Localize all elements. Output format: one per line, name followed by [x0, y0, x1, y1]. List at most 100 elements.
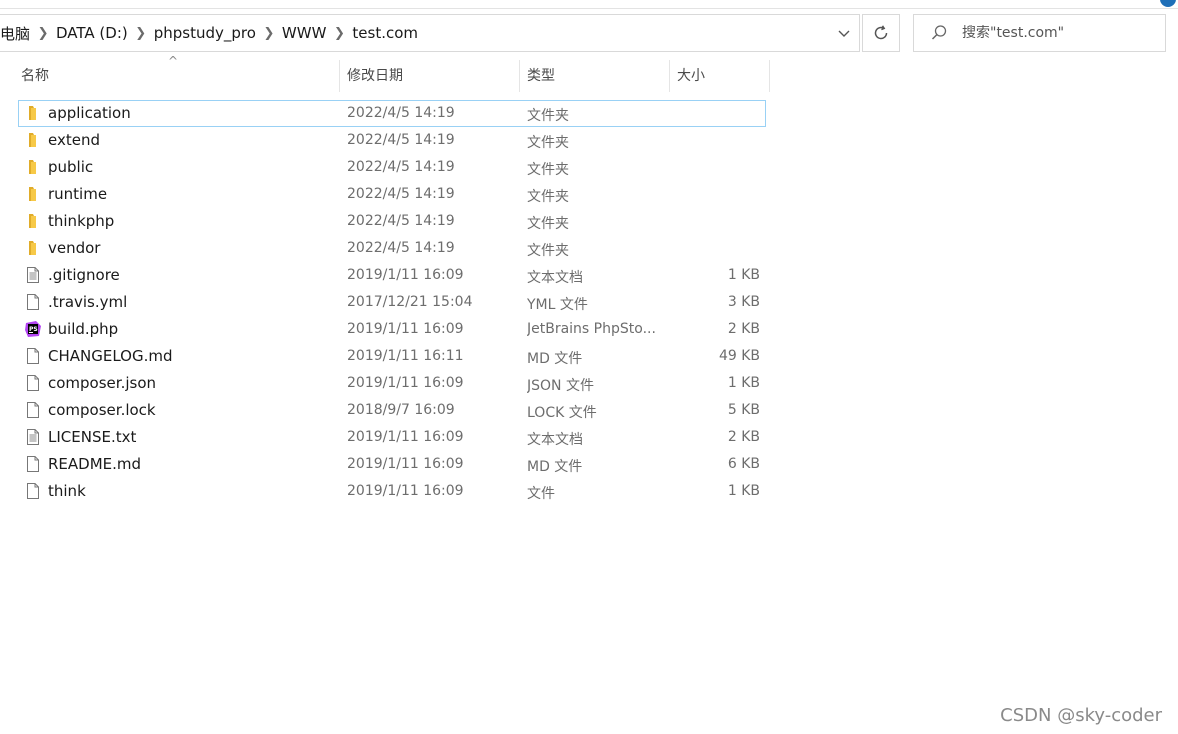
file-name: think: [48, 482, 86, 500]
file-date-modified: 2019/1/11 16:11: [347, 348, 464, 364]
blank-file-icon: [24, 401, 42, 419]
breadcrumb-current-folder[interactable]: test.com: [346, 24, 424, 42]
file-type: YML 文件: [527, 297, 588, 313]
file-date-modified: 2019/1/11 16:09: [347, 429, 464, 445]
blank-file-icon: [24, 374, 42, 392]
file-type: 文件夹: [527, 189, 569, 205]
file-type: LOCK 文件: [527, 405, 597, 421]
breadcrumb-separator-icon[interactable]: ❯: [36, 26, 50, 41]
file-date-modified: 2019/1/11 16:09: [347, 321, 464, 337]
blank-file-icon: [24, 482, 42, 500]
file-row-composer-lock[interactable]: composer.lock 2018/9/7 16:09 LOCK 文件 5 K…: [18, 397, 766, 424]
file-date-modified: 2022/4/5 14:19: [347, 105, 455, 121]
file-type: 文件夹: [527, 216, 569, 232]
file-date-modified: 2019/1/11 16:09: [347, 267, 464, 283]
breadcrumb-separator-icon[interactable]: ❯: [332, 26, 346, 41]
file-row-build-php[interactable]: PS build.php 2019/1/11 16:09 JetBrains P…: [18, 316, 766, 343]
help-icon[interactable]: [1160, 0, 1176, 7]
file-row-public[interactable]: public 2022/4/5 14:19 文件夹: [18, 154, 766, 181]
file-row-thinkphp[interactable]: thinkphp 2022/4/5 14:19 文件夹: [18, 208, 766, 235]
file-name: .gitignore: [48, 266, 120, 284]
file-type: 文件夹: [527, 135, 569, 151]
file-date-modified: 2018/9/7 16:09: [347, 402, 455, 418]
file-type: JSON 文件: [527, 378, 594, 394]
refresh-button[interactable]: [862, 14, 900, 52]
file-row-extend[interactable]: extend 2022/4/5 14:19 文件夹: [18, 127, 766, 154]
column-size[interactable]: 大小: [669, 60, 769, 92]
file-type: MD 文件: [527, 351, 583, 367]
file-date-modified: 2017/12/21 15:04: [347, 294, 473, 310]
file-row-license-txt[interactable]: LICENSE.txt 2019/1/11 16:09 文本文档 2 KB: [18, 424, 766, 451]
file-explorer-window: 电脑 ❯ DATA (D:) ❯ phpstudy_pro ❯ WWW ❯ te…: [0, 0, 1178, 734]
file-row-think[interactable]: think 2019/1/11 16:09 文件 1 KB: [18, 478, 766, 505]
search-box[interactable]: [913, 14, 1166, 52]
file-row-runtime[interactable]: runtime 2022/4/5 14:19 文件夹: [18, 181, 766, 208]
file-date-modified: 2019/1/11 16:09: [347, 456, 464, 472]
column-header: ^ 名称 修改日期 类型 大小: [0, 54, 772, 92]
svg-text:PS: PS: [29, 326, 38, 333]
column-date-modified[interactable]: 修改日期: [339, 60, 519, 92]
file-date-modified: 2022/4/5 14:19: [347, 159, 455, 175]
file-name: thinkphp: [48, 212, 115, 230]
file-type: 文本文档: [527, 270, 583, 286]
column-name[interactable]: 名称: [13, 60, 339, 92]
address-history-button[interactable]: [829, 15, 859, 51]
file-date-modified: 2019/1/11 16:09: [347, 375, 464, 391]
chevron-down-icon: [838, 30, 850, 37]
file-name: .travis.yml: [48, 293, 128, 311]
search-input[interactable]: [962, 25, 1152, 41]
file-size: 5 KB: [727, 402, 760, 418]
file-row-readme-md[interactable]: README.md 2019/1/11 16:09 MD 文件 6 KB: [18, 451, 766, 478]
file-size: 2 KB: [727, 429, 760, 445]
file-size: 1 KB: [727, 267, 760, 283]
file-size: 6 KB: [727, 456, 760, 472]
file-type: 文本文档: [527, 432, 583, 448]
file-type: 文件夹: [527, 243, 569, 259]
file-type: 文件夹: [527, 108, 569, 124]
file-name: README.md: [48, 455, 142, 473]
file-row-changelog-md[interactable]: CHANGELOG.md 2019/1/11 16:11 MD 文件 49 KB: [18, 343, 766, 370]
file-row-travis-yml[interactable]: .travis.yml 2017/12/21 15:04 YML 文件 3 KB: [18, 289, 766, 316]
file-date-modified: 2022/4/5 14:19: [347, 213, 455, 229]
file-size: 2 KB: [727, 321, 760, 337]
breadcrumb-this-pc[interactable]: 电脑: [0, 23, 36, 44]
file-row-application[interactable]: application 2022/4/5 14:19 文件夹: [18, 100, 766, 127]
file-size: 3 KB: [727, 294, 760, 310]
file-list[interactable]: application 2022/4/5 14:19 文件夹 extend 20…: [18, 100, 766, 505]
column-divider[interactable]: [769, 60, 770, 92]
file-date-modified: 2019/1/11 16:09: [347, 483, 464, 499]
file-date-modified: 2022/4/5 14:19: [347, 186, 455, 202]
text-document-icon: [24, 428, 42, 446]
file-row-vendor[interactable]: vendor 2022/4/5 14:19 文件夹: [18, 235, 766, 262]
file-name: build.php: [48, 320, 119, 338]
file-name: application: [48, 104, 131, 122]
file-type: 文件夹: [527, 162, 569, 178]
file-name: CHANGELOG.md: [48, 347, 173, 365]
file-name: vendor: [48, 239, 101, 257]
file-name: composer.lock: [48, 401, 156, 419]
file-row-composer-json[interactable]: composer.json 2019/1/11 16:09 JSON 文件 1 …: [18, 370, 766, 397]
folder-icon: [24, 212, 42, 230]
blank-file-icon: [24, 455, 42, 473]
file-date-modified: 2022/4/5 14:19: [347, 132, 455, 148]
breadcrumb-separator-icon[interactable]: ❯: [134, 26, 148, 41]
breadcrumb-drive[interactable]: DATA (D:): [50, 24, 134, 42]
refresh-icon: [874, 25, 888, 40]
folder-icon: [24, 131, 42, 149]
breadcrumb-separator-icon[interactable]: ❯: [262, 26, 276, 41]
file-name: composer.json: [48, 374, 157, 392]
file-date-modified: 2022/4/5 14:19: [347, 240, 455, 256]
title-divider: [0, 8, 1178, 9]
file-name: runtime: [48, 185, 108, 203]
watermark: CSDN @sky-coder: [1000, 705, 1162, 726]
file-row-gitignore[interactable]: .gitignore 2019/1/11 16:09 文本文档 1 KB: [18, 262, 766, 289]
file-type: JetBrains PhpSto...: [527, 321, 656, 337]
breadcrumb-www[interactable]: WWW: [276, 24, 333, 42]
file-name: extend: [48, 131, 100, 149]
file-type: MD 文件: [527, 459, 583, 475]
blank-file-icon: [24, 293, 42, 311]
breadcrumb-phpstudy[interactable]: phpstudy_pro: [148, 24, 262, 42]
folder-icon: [24, 239, 42, 257]
address-bar[interactable]: 电脑 ❯ DATA (D:) ❯ phpstudy_pro ❯ WWW ❯ te…: [0, 14, 860, 52]
column-type[interactable]: 类型: [519, 60, 669, 92]
